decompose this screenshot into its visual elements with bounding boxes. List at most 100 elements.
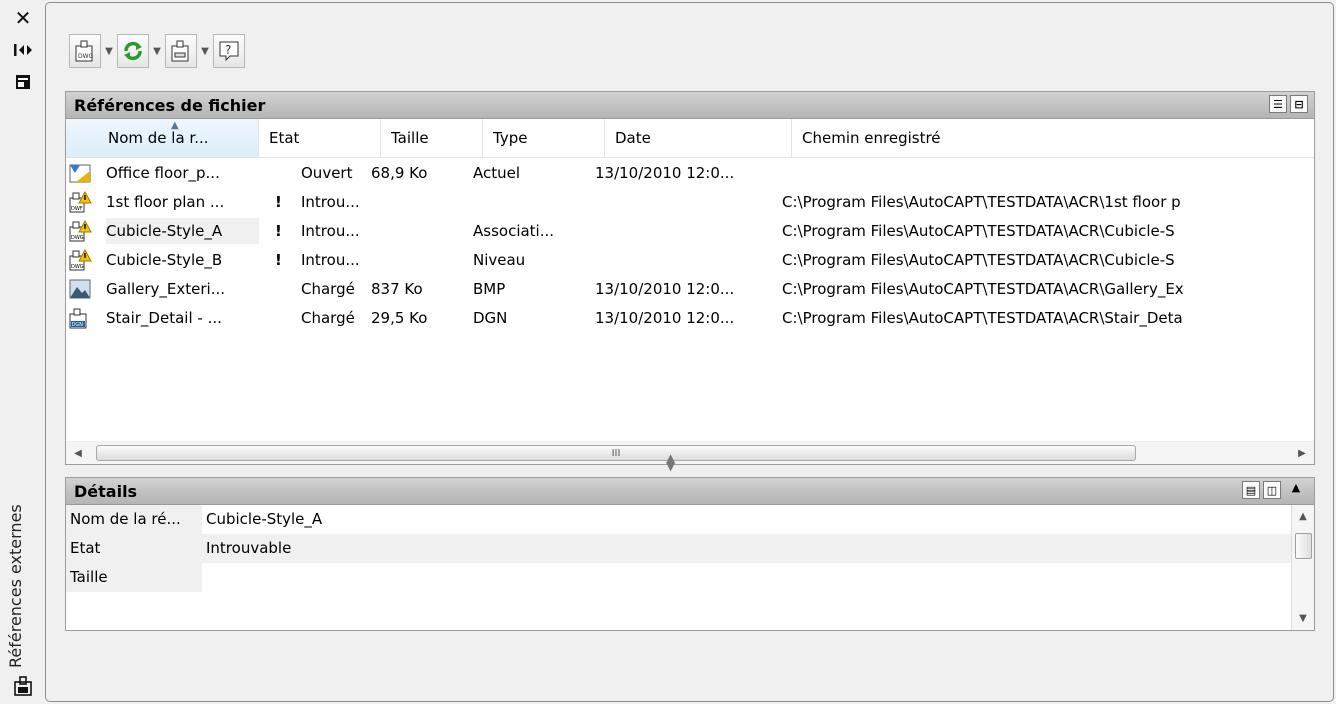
file-references-panel: Références de fichier ☰ ⊟ ▲ Nom de la r.… bbox=[65, 91, 1315, 465]
file-saved-path: C:\Program Files\AutoCAPT\TESTDATA\ACR\C… bbox=[782, 221, 1175, 240]
svg-text:DWG: DWG bbox=[71, 264, 84, 270]
file-row[interactable]: Office floor_p... Ouvert 68,9 Ko Actuel 13/1… bbox=[66, 158, 1314, 187]
missing-warning-mark: ! bbox=[275, 192, 282, 211]
change-path-icon bbox=[171, 40, 189, 62]
file-row[interactable]: Gallery_Exteri... Chargé 837 Ko BMP 13/10/20… bbox=[66, 274, 1314, 303]
scroll-down-icon[interactable]: ▼ bbox=[1292, 613, 1314, 624]
detail-label: Nom de la ré... bbox=[66, 505, 202, 534]
horizontal-scroll-thumb[interactable]: III bbox=[96, 445, 1136, 461]
file-type: BMP bbox=[473, 279, 506, 298]
details-list: Nom de la ré... Cubicle-Style_A Etat Introu… bbox=[66, 505, 1314, 592]
svg-text:DWF: DWF bbox=[71, 206, 83, 212]
scroll-right-icon[interactable]: ▶ bbox=[1290, 448, 1314, 459]
details-view-icon[interactable]: ▤ bbox=[1242, 481, 1260, 499]
panel-splitter-icon[interactable]: ▲ ▼ bbox=[666, 452, 675, 472]
tree-view-icon[interactable]: ⊟ bbox=[1290, 95, 1308, 113]
missing-warning-mark: ! bbox=[275, 221, 282, 240]
collapse-details-icon[interactable]: ▲ bbox=[1284, 481, 1308, 499]
file-saved-path: C:\Program Files\AutoCAPT\TESTDATA\ACR\S… bbox=[782, 308, 1183, 327]
detail-row: Nom de la ré... Cubicle-Style_A bbox=[66, 505, 1314, 534]
attach-dwg-icon: DWG bbox=[75, 40, 94, 62]
preview-view-icon[interactable]: ◫ bbox=[1263, 481, 1281, 499]
file-row[interactable]: DWF 1st floor plan ...! Introu... C:\Progra… bbox=[66, 187, 1314, 216]
column-header-size[interactable]: Taille bbox=[381, 119, 483, 157]
refresh-icon bbox=[124, 41, 142, 61]
file-row[interactable]: DGN Stair_Detail - ... Chargé 29,5 Ko DGN 13/… bbox=[66, 303, 1314, 332]
detail-row: Etat Introuvable bbox=[66, 534, 1314, 563]
details-header: Détails ▤ ◫ ▲ bbox=[66, 478, 1314, 505]
dwg-warning-icon: DWG bbox=[66, 219, 106, 243]
file-size: 29,5 Ko bbox=[371, 308, 428, 327]
file-state: Chargé bbox=[301, 308, 355, 327]
refresh-button[interactable] bbox=[117, 34, 149, 68]
file-type: DGN bbox=[473, 308, 508, 327]
palette-frame: DWG ▼ ▼ ▼ ? Références de fichier ☰ ⊟ ▲ … bbox=[45, 2, 1334, 702]
detail-value bbox=[202, 563, 1292, 592]
column-header-saved-path[interactable]: Chemin enregistré bbox=[792, 119, 1314, 157]
refresh-dropdown-arrow[interactable]: ▼ bbox=[151, 34, 163, 68]
file-size: 68,9 Ko bbox=[371, 163, 428, 182]
file-type: Actuel bbox=[473, 163, 521, 182]
attach-dwg-button[interactable]: DWG bbox=[69, 34, 101, 68]
column-headers: ▲ Nom de la r... Etat Taille Type Date C… bbox=[66, 119, 1314, 158]
file-size: 837 Ko bbox=[371, 279, 423, 298]
dwg-warning-icon: DWG bbox=[66, 248, 106, 272]
sort-ascending-icon: ▲ bbox=[171, 120, 179, 131]
svg-text:DWG: DWG bbox=[78, 53, 94, 60]
file-type: Associati... bbox=[473, 221, 555, 240]
file-type: Niveau bbox=[473, 250, 526, 269]
file-date: 13/10/2010 12:0... bbox=[595, 279, 735, 298]
attach-dropdown-arrow[interactable]: ▼ bbox=[103, 34, 115, 68]
file-date: 13/10/2010 12:0... bbox=[595, 308, 735, 327]
column-header-type[interactable]: Type bbox=[483, 119, 605, 157]
file-name: Stair_Detail - ... bbox=[106, 308, 222, 327]
column-header-name[interactable]: Nom de la r... bbox=[66, 119, 259, 157]
list-view-icon[interactable]: ☰ bbox=[1269, 95, 1287, 113]
detail-value: Cubicle-Style_A bbox=[202, 505, 1292, 534]
external-references-icon[interactable] bbox=[8, 674, 38, 698]
file-date: 13/10/2010 12:0... bbox=[595, 163, 735, 182]
image-icon bbox=[66, 277, 106, 301]
vertical-scroll-thumb[interactable] bbox=[1295, 533, 1312, 559]
file-references-header: Références de fichier ☰ ⊟ bbox=[66, 92, 1314, 119]
toolbar: DWG ▼ ▼ ▼ ? bbox=[69, 31, 245, 71]
file-saved-path: C:\Program Files\AutoCAPT\TESTDATA\ACR\1… bbox=[782, 192, 1181, 211]
svg-text:?: ? bbox=[225, 43, 231, 57]
file-state: Ouvert bbox=[301, 163, 353, 182]
change-path-dropdown-arrow[interactable]: ▼ bbox=[199, 34, 211, 68]
column-header-date[interactable]: Date bbox=[605, 119, 792, 157]
file-state: Chargé bbox=[301, 279, 355, 298]
file-name: 1st floor plan ... bbox=[106, 192, 225, 211]
palette-title-strip: ✕ Références externes bbox=[0, 0, 44, 704]
detail-value: Introuvable bbox=[202, 534, 1292, 563]
detail-row: Taille bbox=[66, 563, 1314, 592]
file-saved-path: C:\Program Files\AutoCAPT\TESTDATA\ACR\G… bbox=[782, 279, 1184, 298]
file-row[interactable]: DWG Cubicle-Style_B! Introu... Niveau C:\Pro… bbox=[66, 245, 1314, 274]
column-header-state[interactable]: Etat bbox=[259, 119, 381, 157]
help-icon: ? bbox=[219, 41, 239, 62]
svg-text:DWG: DWG bbox=[71, 235, 84, 241]
file-name: Cubicle-Style_A bbox=[106, 217, 259, 244]
properties-icon[interactable] bbox=[8, 70, 38, 94]
horizontal-scrollbar[interactable]: ◀ III ▶ bbox=[66, 441, 1314, 464]
change-path-button[interactable] bbox=[165, 34, 197, 68]
auto-hide-icon[interactable] bbox=[8, 38, 38, 62]
file-row[interactable]: DWG Cubicle-Style_A! Introu... Associati...… bbox=[66, 216, 1314, 245]
dgn-icon: DGN bbox=[66, 306, 106, 330]
scroll-up-icon[interactable]: ▲ bbox=[1292, 511, 1314, 522]
vertical-scrollbar[interactable]: ▲ ▼ bbox=[1291, 505, 1314, 630]
palette-title: Références externes bbox=[6, 504, 25, 668]
detail-label: Taille bbox=[66, 563, 202, 592]
file-name: Gallery_Exteri... bbox=[106, 279, 226, 298]
file-name: Office floor_p... bbox=[106, 163, 220, 182]
scroll-left-icon[interactable]: ◀ bbox=[66, 448, 90, 459]
file-name: Cubicle-Style_B bbox=[106, 250, 223, 269]
svg-text:DGN: DGN bbox=[72, 322, 84, 328]
detail-label: Etat bbox=[66, 534, 202, 563]
close-icon[interactable]: ✕ bbox=[8, 6, 38, 30]
details-title: Détails bbox=[74, 481, 138, 501]
dwf-warning-icon: DWF bbox=[66, 190, 106, 214]
help-button[interactable]: ? bbox=[213, 34, 245, 68]
drawing-icon bbox=[66, 161, 106, 185]
details-panel: Détails ▤ ◫ ▲ Nom de la ré... Cubicle-Sty… bbox=[65, 477, 1315, 631]
